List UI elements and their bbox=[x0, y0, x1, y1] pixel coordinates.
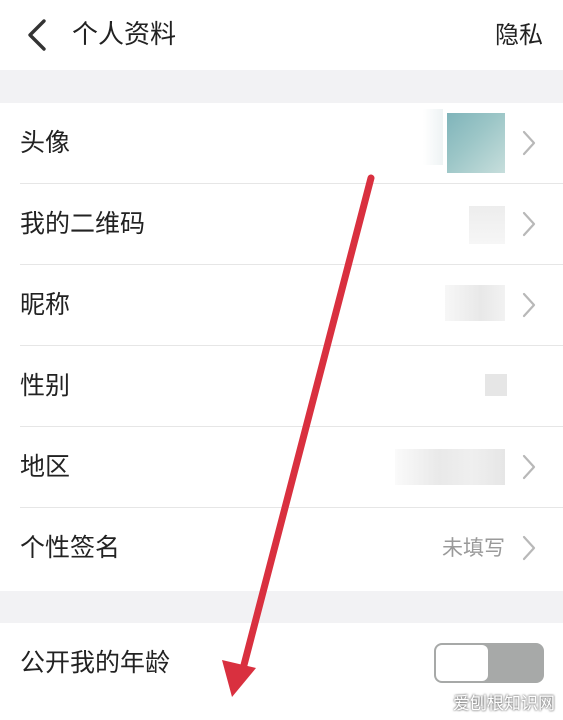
row-qr-code[interactable]: 我的二维码 bbox=[0, 184, 563, 265]
chevron-right-icon bbox=[522, 292, 536, 318]
gender-value bbox=[485, 374, 507, 396]
row-label: 我的二维码 bbox=[20, 209, 146, 238]
top-bar: 个人资料 隐私 bbox=[0, 0, 563, 70]
row-label: 公开我的年龄 bbox=[20, 648, 171, 677]
row-nickname[interactable]: 昵称 bbox=[0, 265, 563, 346]
row-signature[interactable]: 个性签名 未填写 bbox=[0, 508, 563, 591]
row-label: 昵称 bbox=[20, 290, 71, 319]
section-gap bbox=[0, 591, 563, 623]
qr-code-thumbnail bbox=[469, 206, 505, 244]
section-gap bbox=[0, 70, 563, 103]
row-region[interactable]: 地区 bbox=[0, 427, 563, 508]
row-avatar[interactable]: 头像 bbox=[0, 103, 563, 184]
chevron-right-icon bbox=[522, 454, 536, 480]
public-age-toggle[interactable] bbox=[434, 643, 544, 683]
nickname-value bbox=[445, 285, 505, 321]
privacy-button[interactable]: 隐私 bbox=[495, 17, 543, 53]
row-gender[interactable]: 性别 bbox=[0, 346, 563, 427]
row-label: 性别 bbox=[20, 371, 71, 400]
chevron-right-icon bbox=[522, 535, 536, 561]
watermark: 爱刨根知识网 bbox=[453, 694, 555, 714]
row-label: 头像 bbox=[20, 128, 71, 157]
region-value bbox=[395, 449, 505, 485]
back-button[interactable] bbox=[22, 18, 52, 52]
page-title: 个人资料 bbox=[72, 20, 177, 50]
row-label: 个性签名 bbox=[20, 533, 121, 562]
chevron-left-icon bbox=[28, 19, 46, 51]
blur-mask bbox=[423, 109, 443, 165]
row-label: 地区 bbox=[20, 452, 71, 481]
toggle-knob bbox=[436, 645, 488, 681]
chevron-right-icon bbox=[522, 211, 536, 237]
signature-value: 未填写 bbox=[442, 536, 505, 560]
avatar bbox=[447, 113, 505, 173]
chevron-right-icon bbox=[522, 130, 536, 156]
